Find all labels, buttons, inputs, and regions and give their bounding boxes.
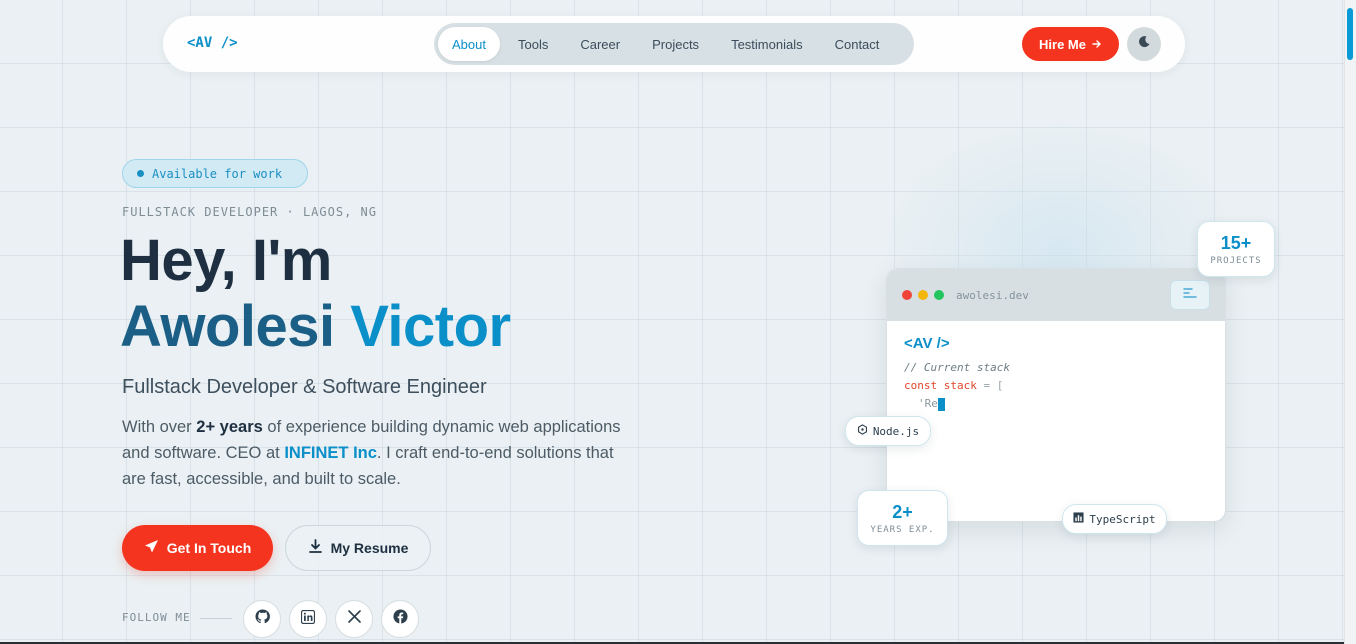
- window-menu-button[interactable]: [1170, 280, 1210, 310]
- hexagon-icon: [857, 424, 868, 438]
- hero-name-first: Awolesi: [120, 294, 335, 359]
- page-scrollbar[interactable]: [1344, 0, 1356, 644]
- text-cursor: [937, 397, 945, 411]
- linkedin-link[interactable]: [289, 600, 327, 638]
- facebook-link[interactable]: [381, 600, 419, 638]
- theme-toggle-button[interactable]: [1127, 27, 1161, 61]
- moon-icon: [1137, 35, 1151, 54]
- scrollbar-thumb[interactable]: [1347, 8, 1353, 60]
- window-titlebar: awolesi.dev: [887, 269, 1225, 321]
- desc-company-link[interactable]: INFINET Inc: [284, 444, 377, 462]
- get-in-touch-button[interactable]: Get In Touch: [122, 525, 273, 571]
- code-content: <AV /> // Current stack const stack = [ …: [887, 321, 1225, 427]
- code-window: awolesi.dev <AV /> // Current stack cons…: [886, 268, 1226, 522]
- nav-item-about[interactable]: About: [438, 27, 500, 61]
- availability-label: Available for work: [152, 166, 283, 181]
- code-operator: = [: [976, 379, 1004, 392]
- hero-subtitle: Fullstack Developer & Software Engineer: [122, 376, 487, 398]
- nav-item-tools[interactable]: Tools: [504, 27, 562, 61]
- github-icon: [254, 609, 270, 629]
- desc-years: 2+ years: [196, 418, 263, 436]
- desc-part-1: With over: [122, 418, 197, 436]
- projects-count: 15+: [1220, 232, 1252, 253]
- projects-label: PROJECTS: [1210, 255, 1262, 266]
- code-comment: // Current stack: [904, 361, 1010, 374]
- nav-links: About Tools Career Projects Testimonials…: [434, 23, 914, 65]
- window-close-dot: [902, 290, 912, 300]
- x-icon: [347, 610, 361, 628]
- availability-badge: Available for work: [122, 159, 308, 188]
- hire-me-button[interactable]: Hire Me: [1022, 27, 1119, 61]
- hero-heading: Hey, I'm Awolesi Victor: [120, 228, 511, 360]
- get-in-touch-label: Get In Touch: [166, 540, 252, 556]
- projects-stat-card: 15+ PROJECTS: [1197, 221, 1275, 277]
- hero-greeting: Hey, I'm: [120, 228, 332, 293]
- window-minimize-dot: [918, 290, 928, 300]
- code-logo: <AV />: [904, 335, 950, 352]
- years-label: YEARS EXP.: [870, 524, 935, 535]
- facebook-icon: [392, 609, 408, 629]
- nav-item-career[interactable]: Career: [566, 27, 634, 61]
- window-maximize-dot: [934, 290, 944, 300]
- menu-lines-icon: [1182, 286, 1198, 304]
- years-count: 2+: [892, 501, 913, 522]
- navbar: <AV /> About Tools Career Projects Testi…: [163, 16, 1185, 72]
- nodejs-chip: Node.js: [845, 416, 931, 446]
- nav-item-testimonials[interactable]: Testimonials: [717, 27, 817, 61]
- typescript-label: TypeScript: [1089, 512, 1156, 526]
- follow-divider: [200, 618, 232, 619]
- github-link[interactable]: [243, 600, 281, 638]
- x-link[interactable]: [335, 600, 373, 638]
- nav-logo[interactable]: <AV />: [187, 35, 238, 51]
- years-stat-card: 2+ YEARS EXP.: [857, 490, 948, 546]
- follow-me-label: FOLLOW ME: [122, 611, 191, 624]
- status-dot-icon: [137, 170, 144, 177]
- typescript-chip-content: TypeScript: [1063, 505, 1166, 533]
- code-line: const stack = [: [904, 377, 1208, 395]
- bar-chart-icon: [1073, 512, 1084, 526]
- my-resume-label: My Resume: [330, 540, 409, 556]
- send-icon: [144, 539, 159, 557]
- typescript-chip: TypeScript: [1062, 504, 1167, 534]
- nav-item-projects[interactable]: Projects: [638, 27, 713, 61]
- window-url: awolesi.dev: [956, 288, 1029, 302]
- my-resume-button[interactable]: My Resume: [285, 525, 431, 571]
- hero-description: With over 2+ years of experience buildin…: [122, 414, 632, 492]
- hero-eyebrow: FULLSTACK DEVELOPER · LAGOS, NG: [122, 205, 377, 219]
- linkedin-icon: [300, 609, 316, 629]
- code-keyword: const stack: [904, 379, 977, 392]
- hire-me-label: Hire Me: [1039, 36, 1086, 52]
- hero-name: Awolesi Victor: [120, 294, 511, 360]
- nav-item-contact[interactable]: Contact: [821, 27, 894, 61]
- arrow-right-icon: [1092, 37, 1102, 52]
- download-icon: [308, 539, 323, 557]
- nodejs-chip-content: Node.js: [846, 417, 930, 445]
- code-string-line: 'Re: [904, 395, 1208, 413]
- nodejs-label: Node.js: [872, 424, 920, 438]
- hero-name-last: Victor: [350, 294, 511, 359]
- code-string: 'Re: [918, 397, 938, 410]
